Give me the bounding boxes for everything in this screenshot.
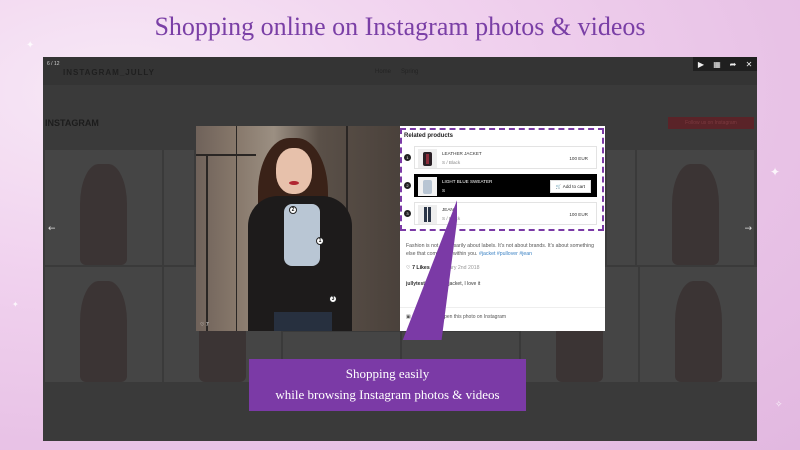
photo-likes: ♡ 7	[200, 322, 209, 328]
sparkle-icon: ✧	[775, 400, 783, 410]
comment-user[interactable]: jullytest123	[406, 281, 433, 287]
product-row[interactable]: 3 JEAN S / Black 100 EUR	[404, 202, 597, 225]
comment-text: Great jacket, I love it	[434, 281, 481, 287]
heart-icon[interactable]: ♡	[406, 265, 411, 271]
close-icon[interactable]: ✕	[741, 57, 757, 71]
add-to-cart-label: Add to cart	[562, 184, 585, 189]
background-nav-spring: Spring	[401, 69, 419, 75]
sparkle-icon: ✦	[770, 165, 781, 179]
product-thumbnail	[418, 205, 437, 224]
related-products-panel: Related products 1 LEATHER JACKET S / Bl…	[400, 126, 605, 331]
panel-divider	[400, 307, 605, 308]
cart-icon: 🛒	[555, 184, 562, 189]
grid-tile	[637, 150, 754, 265]
product-sweater	[284, 204, 320, 266]
callout-line-1: Shopping easily	[345, 366, 430, 381]
product-jean	[274, 312, 332, 331]
callout-box: Shopping easily while browsing Instagram…	[249, 359, 526, 411]
play-icon[interactable]: ▶	[693, 57, 709, 71]
post-date: February 2nd 2018	[435, 265, 480, 271]
photo-caption: Fashion is not necessarily about labels.…	[406, 242, 600, 258]
instagram-icon: ▣	[406, 314, 411, 320]
product-hotspot-2[interactable]: 2	[289, 206, 297, 214]
product-name: JEAN	[442, 207, 454, 212]
photo-meta: ♡ 7 Likes February 2nd 2018	[406, 265, 480, 271]
open-on-instagram-link[interactable]: ▣ Click here to open this photo on Insta…	[406, 314, 506, 320]
grid-tile	[45, 150, 162, 265]
product-thumbnail	[418, 177, 437, 196]
open-on-instagram-label: Click here to open this photo on Instagr…	[412, 314, 507, 320]
product-variant: S / Black	[442, 216, 461, 221]
likes-count: 7 Likes	[412, 265, 430, 271]
share-icon[interactable]: ➦	[725, 57, 741, 71]
product-number: 3	[404, 210, 411, 217]
grid-tile	[640, 267, 757, 382]
lightbox-controls: ▶ ▦ ➦ ✕	[693, 57, 757, 71]
grid-tile	[164, 150, 194, 265]
callout-line-2: while browsing Instagram photos & videos	[275, 387, 500, 402]
grid-tile	[607, 150, 635, 265]
product-price: 100 EUR	[569, 156, 588, 161]
background-section-title: INSTAGRAM	[45, 118, 99, 128]
sparkle-icon: ✦	[12, 300, 19, 309]
product-variant: S	[442, 188, 446, 193]
background-nav-home: Home	[375, 69, 392, 75]
instagram-photo[interactable]: 1 2 3 ♡ 7	[196, 126, 401, 331]
caption-hashtags[interactable]: #jacket #pullover #jean	[479, 251, 532, 257]
background-follow-button: Follow us on Instagram	[668, 117, 754, 129]
product-number: 1	[404, 154, 411, 161]
comment: jullytest123 Great jacket, I love it	[406, 281, 480, 287]
product-thumbnail	[418, 149, 437, 168]
model-face	[276, 148, 312, 194]
grid-icon[interactable]: ▦	[709, 57, 725, 71]
add-to-cart-button[interactable]: 🛒 Add to cart	[549, 180, 591, 193]
grid-tile	[45, 267, 162, 382]
product-price: 100 EUR	[569, 212, 588, 217]
next-arrow-icon[interactable]: →	[744, 224, 752, 234]
product-variant: S / Black	[442, 160, 461, 165]
prev-arrow-icon[interactable]: ←	[48, 224, 56, 234]
product-row[interactable]: 1 LEATHER JACKET S / Black 100 EUR	[404, 146, 597, 169]
product-number: 2	[404, 182, 411, 189]
product-hotspot-1[interactable]: 1	[316, 237, 324, 245]
slide-counter: 6 / 12	[47, 61, 60, 67]
product-name: LEATHER JACKET	[442, 151, 482, 156]
headline: Shopping online on Instagram photos & vi…	[154, 12, 646, 41]
product-row[interactable]: 2 LIGHT BLUE SWEATER S 🛒 Add to cart	[404, 174, 597, 197]
panel-title: Related products	[404, 133, 454, 139]
product-hotspot-3[interactable]: 3	[329, 295, 337, 303]
background-brand: INSTAGRAM_JULLY	[63, 68, 155, 77]
product-name: LIGHT BLUE SWEATER	[442, 179, 493, 184]
